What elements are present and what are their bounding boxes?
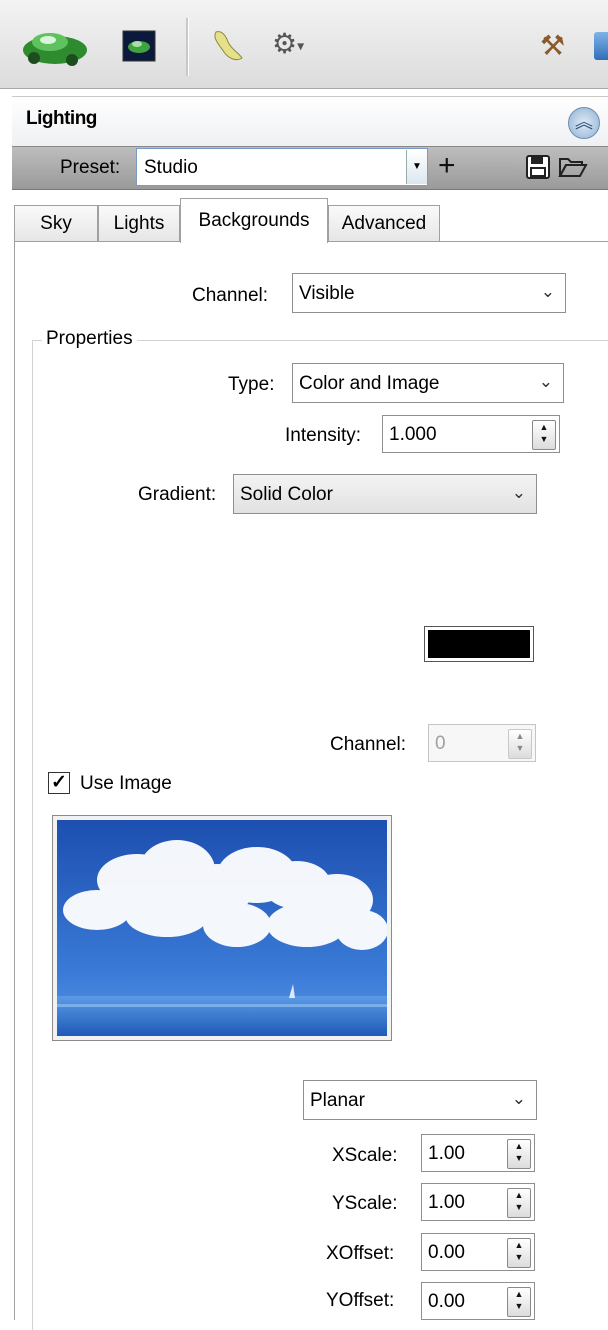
panel-header [12,96,608,147]
screen-render-icon[interactable] [122,30,156,62]
gradient-value: Solid Color [240,484,333,505]
spinner-arrows-icon[interactable]: ▲ ▼ [508,729,532,759]
use-image-label[interactable]: Use Image [80,773,172,795]
chevron-down-icon: ⌄ [540,282,555,301]
color-channel-value: 0 [435,733,446,754]
type-select[interactable]: Color and Image ⌄ [292,363,564,403]
gradient-select[interactable]: Solid Color ⌄ [233,474,537,514]
xscale-spinner[interactable]: 1.00 ▲ ▼ [421,1134,535,1172]
tab-sky[interactable]: Sky [14,205,98,241]
channel-label: Channel: [192,285,269,306]
spinner-arrows-icon[interactable]: ▲ ▼ [507,1188,531,1218]
chevron-down-icon: ⌄ [511,483,526,502]
properties-title: Properties [42,328,137,350]
background-color-swatch[interactable] [424,626,534,662]
preset-label: Preset: [60,157,121,178]
intensity-spinner[interactable]: 1.000 ▲ ▼ [382,415,560,453]
yscale-spinner[interactable]: 1.00 ▲ ▼ [421,1183,535,1221]
color-channel-label: Channel: [330,734,407,755]
color-fill [428,630,530,658]
preset-value: Studio [144,157,198,178]
intensity-value: 1.000 [389,424,437,445]
projection-select[interactable]: Planar ⌄ [303,1080,537,1120]
spinner-arrows-icon[interactable]: ▲ ▼ [507,1287,531,1317]
type-label: Type: [228,374,275,395]
type-value: Color and Image [299,373,440,394]
gradient-label: Gradient: [138,484,217,505]
use-image-checkbox[interactable]: ✓ [48,772,70,794]
yscale-label: YScale: [332,1193,398,1214]
spinner-arrows-icon[interactable]: ▲ ▼ [532,420,556,450]
footprint-icon[interactable] [210,28,246,62]
intensity-label: Intensity: [285,425,362,446]
help-icon[interactable] [594,32,608,60]
gear-dropdown-icon[interactable]: ⚙▾ [272,28,304,62]
xscale-value: 1.00 [428,1143,465,1164]
tab-advanced[interactable]: Advanced [328,205,440,241]
spinner-arrows-icon[interactable]: ▲ ▼ [507,1139,531,1169]
preset-dropdown-icon[interactable]: ▼ [406,150,427,184]
tab-backgrounds[interactable]: Backgrounds [180,198,328,243]
yoffset-value: 0.00 [428,1291,465,1312]
channel-value: Visible [299,283,355,304]
spinner-arrows-icon[interactable]: ▲ ▼ [507,1238,531,1268]
channel-select[interactable]: Visible ⌄ [292,273,566,313]
yoffset-spinner[interactable]: 0.00 ▲ ▼ [421,1282,535,1320]
panel-title: Lighting [26,108,97,129]
tools-icon[interactable]: ⚒ [540,30,565,62]
xscale-label: XScale: [332,1145,398,1166]
xoffset-label: XOffset: [326,1243,395,1264]
yoffset-label: YOffset: [326,1290,395,1311]
chevron-down-icon: ⌄ [538,372,553,391]
toolbar-separator [186,18,189,76]
sky-image-thumbnail [57,820,387,1036]
open-preset-icon[interactable] [558,156,588,178]
xoffset-spinner[interactable]: 0.00 ▲ ▼ [421,1233,535,1271]
main-toolbar: ⚙▾ ⚒ [0,0,608,89]
add-preset-icon[interactable]: + [438,150,456,184]
projection-value: Planar [310,1090,365,1111]
color-channel-spinner[interactable]: 0 ▲ ▼ [428,724,536,762]
yscale-value: 1.00 [428,1192,465,1213]
save-preset-icon[interactable] [526,155,550,179]
xoffset-value: 0.00 [428,1242,465,1263]
tab-lights[interactable]: Lights [98,205,180,241]
remove-preset-icon[interactable]: — [482,150,512,184]
chevron-down-icon: ⌄ [511,1089,526,1108]
car-render-icon[interactable] [20,20,90,70]
collapse-icon[interactable]: ︽ [568,107,600,139]
